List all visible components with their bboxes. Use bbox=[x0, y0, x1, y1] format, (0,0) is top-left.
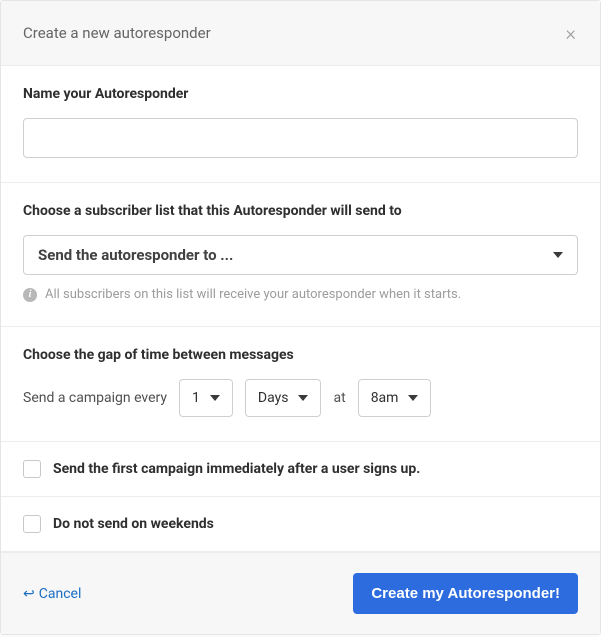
at-label: at bbox=[333, 390, 345, 406]
first-campaign-section: Send the first campaign immediately afte… bbox=[1, 442, 600, 497]
create-button-label: Create my Autoresponder! bbox=[371, 585, 560, 602]
unit-value: Days bbox=[258, 390, 289, 406]
cancel-label: Cancel bbox=[39, 586, 82, 602]
interval-select[interactable]: 1 bbox=[179, 379, 233, 417]
send-first-immediately-checkbox[interactable] bbox=[23, 460, 41, 478]
name-label: Name your Autoresponder bbox=[23, 86, 578, 102]
modal-header: Create a new autoresponder × bbox=[1, 1, 600, 66]
autoresponder-name-input[interactable] bbox=[23, 118, 578, 158]
modal-title: Create a new autoresponder bbox=[23, 24, 211, 42]
chevron-down-icon bbox=[210, 395, 220, 401]
weekends-section: Do not send on weekends bbox=[1, 497, 600, 552]
subscriber-list-hint-row: i All subscribers on this list will rece… bbox=[23, 287, 578, 302]
reply-arrow-icon: ↩ bbox=[23, 587, 35, 601]
chevron-down-icon bbox=[298, 395, 308, 401]
cancel-button[interactable]: ↩ Cancel bbox=[23, 586, 81, 602]
subscriber-list-section: Choose a subscriber list that this Autor… bbox=[1, 183, 600, 327]
send-first-immediately-label: Send the first campaign immediately afte… bbox=[53, 461, 420, 477]
close-icon[interactable]: × bbox=[564, 23, 578, 43]
unit-select[interactable]: Days bbox=[245, 379, 322, 417]
skip-weekends-label: Do not send on weekends bbox=[53, 516, 214, 532]
skip-weekends-checkbox[interactable] bbox=[23, 515, 41, 533]
subscriber-list-select[interactable]: Send the autoresponder to ... bbox=[23, 235, 578, 275]
interval-value: 1 bbox=[192, 390, 200, 406]
subscriber-list-placeholder: Send the autoresponder to ... bbox=[38, 246, 233, 264]
chevron-down-icon bbox=[553, 252, 563, 258]
create-autoresponder-button[interactable]: Create my Autoresponder! bbox=[353, 573, 578, 614]
time-value: 8am bbox=[371, 390, 399, 406]
chevron-down-icon bbox=[408, 395, 418, 401]
modal-footer: ↩ Cancel Create my Autoresponder! bbox=[1, 552, 600, 634]
subscriber-list-hint: All subscribers on this list will receiv… bbox=[45, 287, 461, 302]
gap-label: Choose the gap of time between messages bbox=[23, 347, 578, 363]
subscriber-list-label: Choose a subscriber list that this Autor… bbox=[23, 203, 578, 219]
info-icon: i bbox=[23, 288, 37, 302]
name-section: Name your Autoresponder bbox=[1, 66, 600, 183]
gap-prefix: Send a campaign every bbox=[23, 390, 167, 406]
gap-section: Choose the gap of time between messages … bbox=[1, 327, 600, 442]
create-autoresponder-modal: Create a new autoresponder × Name your A… bbox=[0, 0, 601, 635]
time-select[interactable]: 8am bbox=[358, 379, 432, 417]
